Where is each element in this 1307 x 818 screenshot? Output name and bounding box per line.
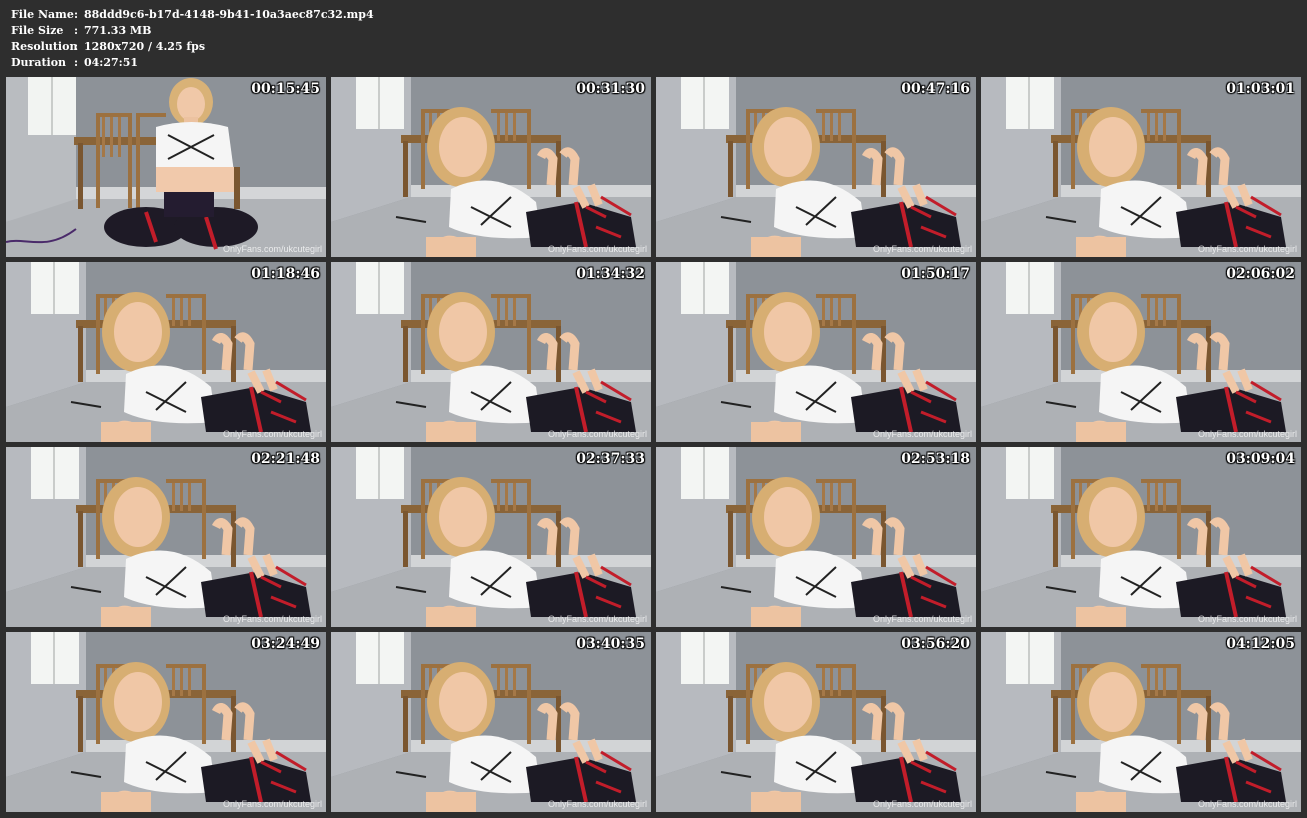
- thumbnail-scene: [981, 77, 1301, 257]
- info-separator: :: [74, 56, 79, 69]
- video-thumbnail: 02:37:33 OnlyFans.com/ukcutegirl: [331, 447, 651, 627]
- thumbnail-watermark: OnlyFans.com/ukcutegirl: [872, 429, 972, 439]
- info-label: File Size: [11, 24, 64, 37]
- thumbnail-scene: [981, 632, 1301, 812]
- thumbnail-scene: [331, 77, 651, 257]
- thumbnail-scene: [6, 262, 326, 442]
- thumbnail-scene: [331, 447, 651, 627]
- video-thumbnail: 01:50:17 OnlyFans.com/ukcutegirl: [656, 262, 976, 442]
- file-info-panel: File Name:88ddd9c6-b17d-4148-9b41-10a3ae…: [11, 7, 374, 71]
- info-separator: :: [74, 24, 79, 37]
- thumbnail-watermark: OnlyFans.com/ukcutegirl: [547, 799, 647, 809]
- info-row: File Size:771.33 MB: [11, 23, 374, 39]
- thumbnail-timestamp: 00:31:30: [576, 81, 645, 97]
- thumbnail-watermark: OnlyFans.com/ukcutegirl: [872, 614, 972, 624]
- info-separator: :: [74, 40, 79, 53]
- thumbnail-timestamp: 03:56:20: [901, 636, 970, 652]
- info-row: Duration:04:27:51: [11, 55, 374, 71]
- thumbnail-timestamp: 00:15:45: [251, 81, 320, 97]
- video-thumbnail: 03:56:20 OnlyFans.com/ukcutegirl: [656, 632, 976, 812]
- thumbnail-scene: [6, 77, 326, 257]
- video-thumbnail: 00:47:16 OnlyFans.com/ukcutegirl: [656, 77, 976, 257]
- thumbnail-timestamp: 02:21:48: [251, 451, 320, 467]
- thumbnail-scene: [981, 447, 1301, 627]
- thumbnail-timestamp: 01:03:01: [1226, 81, 1295, 97]
- thumbnail-scene: [656, 632, 976, 812]
- thumbnail-scene: [6, 447, 326, 627]
- video-thumbnail: 02:21:48 OnlyFans.com/ukcutegirl: [6, 447, 326, 627]
- video-thumbnail: 03:40:35 OnlyFans.com/ukcutegirl: [331, 632, 651, 812]
- video-thumbnail: 02:06:02 OnlyFans.com/ukcutegirl: [981, 262, 1301, 442]
- thumbnail-watermark: OnlyFans.com/ukcutegirl: [547, 244, 647, 254]
- info-label: Resolution: [11, 40, 78, 53]
- info-label: Duration: [11, 56, 67, 69]
- video-thumbnail: 00:31:30 OnlyFans.com/ukcutegirl: [331, 77, 651, 257]
- thumbnail-grid: 00:15:45 OnlyFans.com/ukcutegirl 00:31:30 O…: [6, 77, 1301, 812]
- thumbnail-watermark: OnlyFans.com/ukcutegirl: [1197, 799, 1297, 809]
- video-thumbnail: 03:09:04 OnlyFans.com/ukcutegirl: [981, 447, 1301, 627]
- video-thumbnail: 04:12:05 OnlyFans.com/ukcutegirl: [981, 632, 1301, 812]
- thumbnail-scene: [331, 632, 651, 812]
- thumbnail-watermark: OnlyFans.com/ukcutegirl: [547, 614, 647, 624]
- video-thumbnail: 00:15:45 OnlyFans.com/ukcutegirl: [6, 77, 326, 257]
- thumbnail-watermark: OnlyFans.com/ukcutegirl: [872, 799, 972, 809]
- thumbnail-scene: [656, 77, 976, 257]
- info-value: 88ddd9c6-b17d-4148-9b41-10a3aec87c32.mp4: [84, 8, 374, 21]
- thumbnail-scene: [6, 632, 326, 812]
- thumbnail-timestamp: 02:53:18: [901, 451, 970, 467]
- thumbnail-timestamp: 01:18:46: [251, 266, 320, 282]
- video-thumbnail: 02:53:18 OnlyFans.com/ukcutegirl: [656, 447, 976, 627]
- thumbnail-watermark: OnlyFans.com/ukcutegirl: [222, 429, 322, 439]
- thumbnail-timestamp: 03:40:35: [576, 636, 645, 652]
- thumbnail-timestamp: 04:12:05: [1226, 636, 1295, 652]
- thumbnail-timestamp: 02:06:02: [1226, 266, 1295, 282]
- thumbnail-watermark: OnlyFans.com/ukcutegirl: [1197, 244, 1297, 254]
- thumbnail-timestamp: 01:50:17: [901, 266, 970, 282]
- info-label: File Name: [11, 8, 74, 21]
- video-thumbnail: 01:34:32 OnlyFans.com/ukcutegirl: [331, 262, 651, 442]
- thumbnail-timestamp: 03:09:04: [1226, 451, 1295, 467]
- thumbnail-watermark: OnlyFans.com/ukcutegirl: [1197, 429, 1297, 439]
- thumbnail-timestamp: 00:47:16: [901, 81, 970, 97]
- video-thumbnail: 01:18:46 OnlyFans.com/ukcutegirl: [6, 262, 326, 442]
- info-row: Resolution:1280x720 / 4.25 fps: [11, 39, 374, 55]
- info-value: 04:27:51: [84, 56, 139, 69]
- thumbnail-timestamp: 02:37:33: [576, 451, 645, 467]
- thumbnail-timestamp: 03:24:49: [251, 636, 320, 652]
- video-thumbnail: 01:03:01 OnlyFans.com/ukcutegirl: [981, 77, 1301, 257]
- info-value: 771.33 MB: [84, 24, 152, 37]
- info-separator: :: [74, 8, 79, 21]
- thumbnail-scene: [331, 262, 651, 442]
- thumbnail-scene: [656, 262, 976, 442]
- thumbnail-scene: [656, 447, 976, 627]
- thumbnail-watermark: OnlyFans.com/ukcutegirl: [1197, 614, 1297, 624]
- thumbnail-scene: [981, 262, 1301, 442]
- thumbnail-watermark: OnlyFans.com/ukcutegirl: [222, 799, 322, 809]
- video-thumbnail: 03:24:49 OnlyFans.com/ukcutegirl: [6, 632, 326, 812]
- thumbnail-watermark: OnlyFans.com/ukcutegirl: [222, 244, 322, 254]
- info-row: File Name:88ddd9c6-b17d-4148-9b41-10a3ae…: [11, 7, 374, 23]
- thumbnail-watermark: OnlyFans.com/ukcutegirl: [547, 429, 647, 439]
- thumbnail-timestamp: 01:34:32: [576, 266, 645, 282]
- thumbnail-watermark: OnlyFans.com/ukcutegirl: [222, 614, 322, 624]
- contact-sheet: File Name:88ddd9c6-b17d-4148-9b41-10a3ae…: [0, 0, 1307, 818]
- thumbnail-watermark: OnlyFans.com/ukcutegirl: [872, 244, 972, 254]
- info-value: 1280x720 / 4.25 fps: [84, 40, 206, 53]
